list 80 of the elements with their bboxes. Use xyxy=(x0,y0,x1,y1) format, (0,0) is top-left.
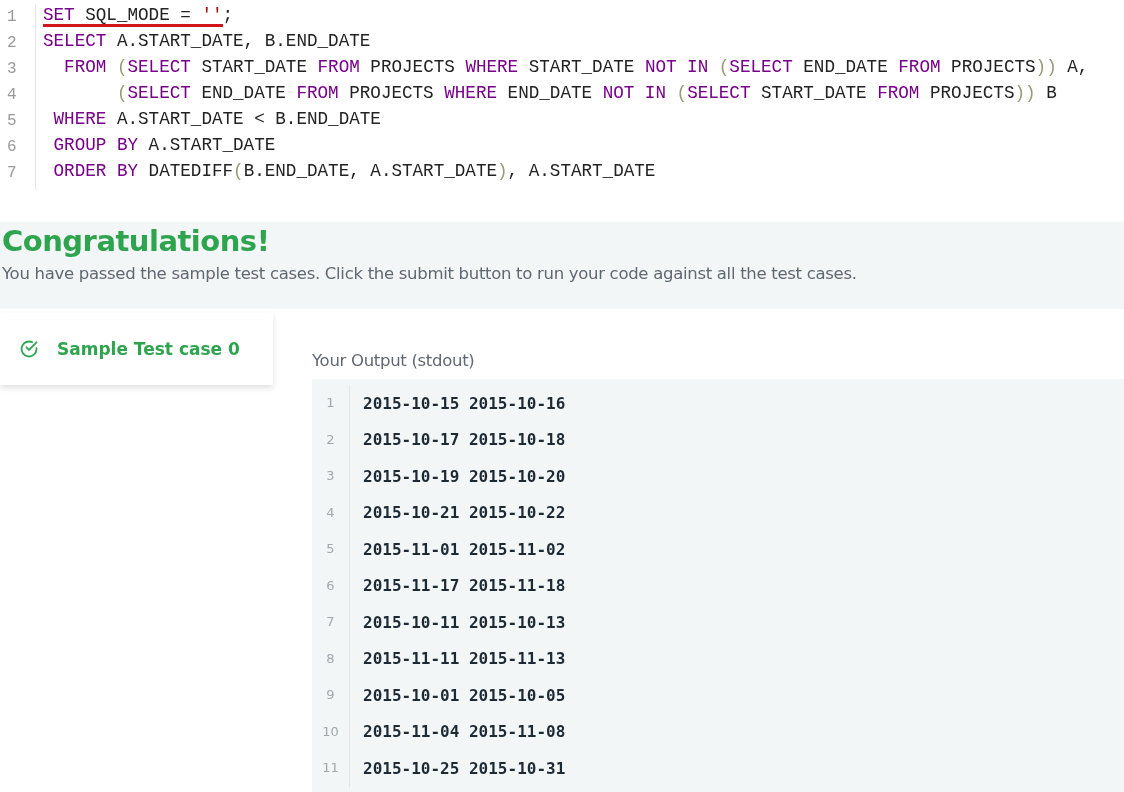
output-title: Your Output (stdout) xyxy=(312,351,476,372)
code-token: SELECT xyxy=(43,31,107,53)
line-number: 6 xyxy=(312,567,350,604)
line-number: 10 xyxy=(312,713,350,750)
code-token: PROJECTS xyxy=(369,57,456,79)
code-token: ( xyxy=(717,57,730,79)
underlined-code-token: SET xyxy=(43,5,75,27)
code-token: A, xyxy=(1066,57,1089,79)
line-number: 3 xyxy=(312,458,350,495)
code-token: ( xyxy=(115,57,128,79)
code-token: START_DATE xyxy=(760,83,868,105)
line-number: 3 xyxy=(6,59,18,80)
output-line: 2015-10-11 2015-10-13 xyxy=(362,612,566,632)
line-number: 2 xyxy=(312,421,350,458)
line-number: 5 xyxy=(312,531,350,568)
code-token: START_DATE xyxy=(527,57,636,79)
line-number: 1 xyxy=(312,385,350,422)
code-token: DATEDIFF xyxy=(147,161,234,183)
code-token: A.START_DATE xyxy=(147,135,276,157)
underlined-code-token: SQL_MODE = xyxy=(74,5,202,27)
code-token: FROM xyxy=(63,57,107,79)
code-token: FROM xyxy=(877,83,920,105)
output-line: 2015-11-17 2015-11-18 xyxy=(362,576,566,596)
code-token: B.END_DATE, A.START_DATE xyxy=(243,161,498,183)
code-token: SELECT xyxy=(127,57,191,79)
line-number: 9 xyxy=(312,677,350,714)
code-token: NOT IN xyxy=(602,83,666,105)
code-token: ( xyxy=(675,83,688,105)
code-token: WHERE xyxy=(465,57,519,79)
code-token: NOT IN xyxy=(644,57,709,79)
output-line: 2015-10-01 2015-10-05 xyxy=(362,685,566,705)
code-token: A.START_DATE < B.END_DATE xyxy=(115,109,381,131)
code-token: FROM xyxy=(296,83,339,105)
code-token: )) xyxy=(1014,83,1036,105)
line-number: 4 xyxy=(312,494,350,531)
line-number: 6 xyxy=(6,137,18,158)
code-token: )) xyxy=(1035,57,1057,79)
code-token: , A.START_DATE xyxy=(507,161,656,183)
output-line: 2015-10-21 2015-10-22 xyxy=(362,503,566,523)
line-number: 2 xyxy=(6,33,18,54)
code-token: B xyxy=(1045,83,1057,105)
code-token: FROM xyxy=(317,57,360,79)
underlined-code-token: '' xyxy=(201,5,223,27)
code-token: WHERE xyxy=(52,109,107,131)
code-token: GROUP BY xyxy=(52,135,139,157)
code-token: A.START_DATE, B.END_DATE xyxy=(115,31,371,53)
code-token: PROJECTS xyxy=(950,57,1036,79)
code-token: ORDER BY xyxy=(52,161,139,183)
line-number: 5 xyxy=(6,111,18,132)
output-line: 2015-10-19 2015-10-20 xyxy=(362,466,566,486)
line-number: 4 xyxy=(6,85,18,106)
line-number: 11 xyxy=(312,750,350,787)
output-line: 2015-11-04 2015-11-08 xyxy=(362,722,566,742)
code-token: ( xyxy=(115,83,128,105)
output-line: 2015-10-25 2015-10-31 xyxy=(362,758,566,778)
output-line: 2015-11-11 2015-11-13 xyxy=(362,649,566,669)
code-token: SELECT xyxy=(729,57,793,79)
line-number: 7 xyxy=(312,604,350,641)
line-number: 8 xyxy=(312,640,350,677)
code-token: END_DATE xyxy=(802,57,889,79)
code-token: ; xyxy=(222,5,234,27)
code-token: START_DATE xyxy=(200,57,308,79)
output-line: 2015-11-01 2015-11-02 xyxy=(362,539,566,559)
code-token: PROJECTS xyxy=(928,83,1015,105)
code-token: ( xyxy=(233,161,244,183)
code-token: PROJECTS xyxy=(348,83,435,105)
code-token: SELECT xyxy=(687,83,751,105)
code-token: WHERE xyxy=(444,83,498,105)
output-line: 2015-10-15 2015-10-16 xyxy=(362,393,566,413)
test-case-tab[interactable]: Sample Test case 0 xyxy=(0,313,273,385)
output-line: 2015-10-17 2015-10-18 xyxy=(362,430,566,450)
code-token: END_DATE xyxy=(200,83,287,105)
success-heading: Congratulations! xyxy=(2,224,271,258)
line-number: 7 xyxy=(6,163,18,184)
code-token: FROM xyxy=(898,57,941,79)
code-token: END_DATE xyxy=(506,83,594,105)
result-message: You have passed the sample test cases. Click the submit button to run your code against all the test cases. xyxy=(2,264,858,283)
code-token: ) xyxy=(497,161,508,183)
code-token: SELECT xyxy=(127,83,191,105)
line-number: 1 xyxy=(6,7,18,28)
